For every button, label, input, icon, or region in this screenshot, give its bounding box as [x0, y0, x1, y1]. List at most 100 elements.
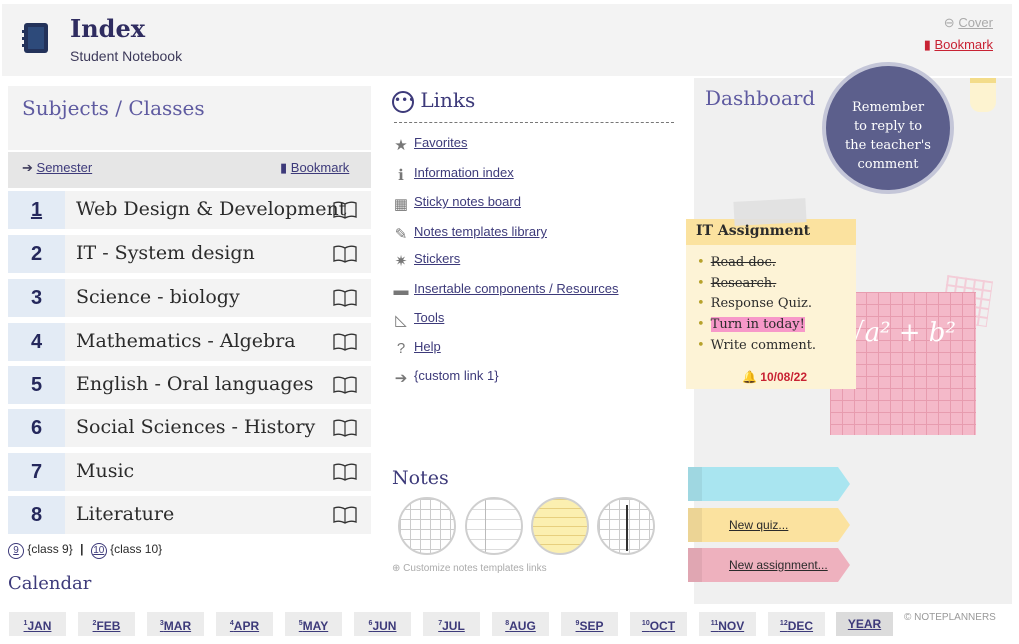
- cover-link[interactable]: ⊖ Cover: [944, 15, 993, 31]
- month-label[interactable]: JUL: [442, 619, 465, 633]
- link-label[interactable]: Help: [414, 339, 441, 354]
- subject-name[interactable]: Web Design & Development: [76, 198, 346, 220]
- subjects-bookmark-label[interactable]: Bookmark: [291, 160, 350, 175]
- open-book-icon[interactable]: [333, 419, 357, 437]
- subject-number[interactable]: 6: [8, 409, 65, 447]
- open-book-icon[interactable]: [333, 376, 357, 394]
- task-label: Turn in today!: [710, 317, 805, 332]
- subjects-title: Subjects / Classes: [22, 96, 205, 120]
- bookmark-label[interactable]: Bookmark: [934, 37, 993, 52]
- month-label[interactable]: JUN: [372, 619, 396, 633]
- month-button[interactable]: 5MAY: [285, 612, 342, 636]
- link-item[interactable]: ? Help: [392, 339, 441, 357]
- banner-sticker[interactable]: [688, 467, 850, 501]
- subject-number[interactable]: 1: [8, 191, 65, 229]
- subject-name[interactable]: Social Sciences - History: [76, 416, 315, 438]
- open-book-icon[interactable]: [333, 289, 357, 307]
- month-label[interactable]: NOV: [718, 619, 744, 633]
- subject-name[interactable]: Mathematics - Algebra: [76, 330, 296, 352]
- link-item[interactable]: ▦ Sticky notes board: [392, 194, 521, 213]
- subject-row[interactable]: 3 Science - biology: [8, 279, 371, 317]
- month-button[interactable]: 12DEC: [768, 612, 825, 636]
- link-label[interactable]: Tools: [414, 310, 444, 325]
- link-label[interactable]: Favorites: [414, 135, 467, 150]
- subjects-bookmark-link[interactable]: ▮ Bookmark: [280, 160, 349, 176]
- month-button[interactable]: 10OCT: [630, 612, 687, 636]
- cover-label[interactable]: Cover: [958, 15, 993, 30]
- month-button[interactable]: 1JAN: [9, 612, 66, 636]
- month-button[interactable]: 2FEB: [78, 612, 135, 636]
- note-template-margin[interactable]: [465, 497, 523, 555]
- subject-number[interactable]: 4: [8, 323, 65, 361]
- link-item[interactable]: ▬ Insertable components / Resources: [392, 281, 619, 299]
- month-label[interactable]: DEC: [788, 619, 813, 633]
- class-10-label[interactable]: {class 10}: [110, 542, 162, 556]
- class-10-number[interactable]: 10: [90, 543, 107, 559]
- link-item[interactable]: ✷ Stickers: [392, 251, 461, 270]
- customize-notes-label[interactable]: Customize notes templates links: [403, 563, 546, 574]
- month-label[interactable]: MAY: [303, 619, 329, 633]
- link-item[interactable]: ★ Favorites: [392, 135, 467, 154]
- note-template-grid[interactable]: [398, 497, 456, 555]
- subject-row[interactable]: 7 Music: [8, 453, 371, 491]
- class-9-number[interactable]: 9: [8, 543, 24, 559]
- subject-number[interactable]: 2: [8, 235, 65, 273]
- link-label[interactable]: Stickers: [414, 251, 460, 266]
- link-item[interactable]: ✎ Notes templates library: [392, 224, 547, 243]
- link-label[interactable]: {custom link 1}: [414, 368, 499, 383]
- header-bar: [2, 4, 1012, 76]
- subject-number[interactable]: 5: [8, 366, 65, 404]
- customize-notes-link[interactable]: ⊕ Customize notes templates links: [392, 563, 547, 574]
- link-label[interactable]: Sticky notes board: [414, 194, 521, 209]
- link-label[interactable]: Information index: [414, 165, 514, 180]
- subject-number[interactable]: 8: [8, 496, 65, 534]
- link-item[interactable]: ℹ Information index: [392, 165, 514, 184]
- month-button[interactable]: 9SEP: [561, 612, 618, 636]
- month-button[interactable]: 3MAR: [147, 612, 204, 636]
- open-book-icon[interactable]: [333, 333, 357, 351]
- subject-row[interactable]: 4 Mathematics - Algebra: [8, 323, 371, 361]
- link-label[interactable]: Insertable components / Resources: [414, 281, 619, 296]
- class-9-label[interactable]: {class 9}: [27, 542, 72, 556]
- subject-row[interactable]: 1 Web Design & Development: [8, 191, 371, 229]
- subject-name[interactable]: IT - System design: [76, 242, 255, 264]
- subject-name[interactable]: Music: [76, 460, 134, 482]
- month-label[interactable]: APR: [234, 619, 259, 633]
- banner-label[interactable]: New quiz...: [729, 518, 788, 532]
- notes-title: Notes: [392, 467, 449, 489]
- subject-row[interactable]: 2 IT - System design: [8, 235, 371, 273]
- month-button[interactable]: 4APR: [216, 612, 273, 636]
- subject-number[interactable]: 7: [8, 453, 65, 491]
- semester-label[interactable]: Semester: [37, 160, 93, 175]
- month-label[interactable]: OCT: [650, 619, 675, 633]
- link-item[interactable]: ◺ Tools: [392, 310, 444, 329]
- subject-number[interactable]: 3: [8, 279, 65, 317]
- subject-name[interactable]: English - Oral languages: [76, 373, 314, 395]
- open-book-icon[interactable]: [333, 506, 357, 524]
- banner-label[interactable]: New assignment...: [729, 558, 828, 572]
- semester-link[interactable]: ➔ Semester: [22, 160, 92, 176]
- month-label[interactable]: AUG: [509, 619, 536, 633]
- month-button[interactable]: 8AUG: [492, 612, 549, 636]
- note-template-lined-yellow[interactable]: [531, 497, 589, 555]
- subject-row[interactable]: 8 Literature: [8, 496, 371, 534]
- month-button[interactable]: 7JUL: [423, 612, 480, 636]
- month-label[interactable]: FEB: [96, 619, 120, 633]
- year-button[interactable]: YEAR: [836, 612, 893, 636]
- month-label[interactable]: JAN: [27, 619, 51, 633]
- subject-row[interactable]: 6 Social Sciences - History: [8, 409, 371, 447]
- month-label[interactable]: SEP: [579, 619, 603, 633]
- subject-name[interactable]: Science - biology: [76, 286, 240, 308]
- month-button[interactable]: 6JUN: [354, 612, 411, 636]
- subject-name[interactable]: Literature: [76, 503, 174, 525]
- month-button[interactable]: 11NOV: [699, 612, 756, 636]
- subject-row[interactable]: 5 English - Oral languages: [8, 366, 371, 404]
- link-label[interactable]: Notes templates library: [414, 224, 547, 239]
- bookmark-link-top[interactable]: ▮ Bookmark: [924, 37, 993, 53]
- open-book-icon[interactable]: [333, 201, 357, 219]
- open-book-icon[interactable]: [333, 463, 357, 481]
- open-book-icon[interactable]: [333, 245, 357, 263]
- month-label[interactable]: MAR: [164, 619, 191, 633]
- note-template-graph[interactable]: [597, 497, 655, 555]
- link-item[interactable]: ➔ {custom link 1}: [392, 368, 499, 387]
